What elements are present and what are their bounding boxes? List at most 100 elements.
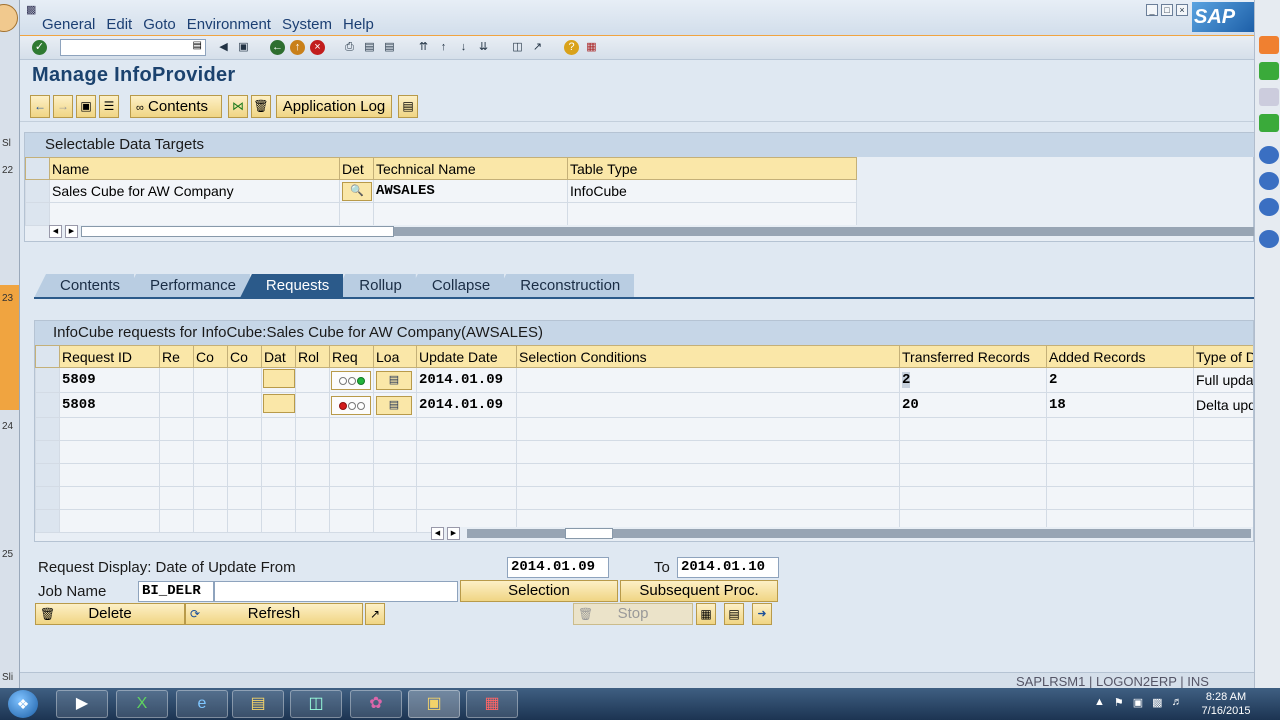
row-selector[interactable] <box>35 367 60 393</box>
column-header[interactable]: Co <box>227 345 262 368</box>
side-tool-icon[interactable] <box>1259 88 1279 106</box>
pen-icon[interactable] <box>1259 230 1279 248</box>
table-row[interactable]: 5809 ▤ 2014.01.09 2 2 Full update <box>35 367 1253 393</box>
tab-requests[interactable]: Requests <box>239 274 344 298</box>
display-tray-icon[interactable]: ▣ <box>1133 696 1143 709</box>
column-header[interactable]: Technical Name <box>373 157 568 180</box>
monitor-list-icon[interactable]: ▤ <box>724 603 744 625</box>
menu-edit[interactable]: Edit <box>106 16 132 33</box>
tab-reconstruction[interactable]: Reconstruction <box>494 274 635 298</box>
column-header[interactable]: Co <box>193 345 228 368</box>
column-header[interactable]: Transferred Records <box>899 345 1047 368</box>
requests-scrollbar[interactable]: ◀ ▶ <box>431 527 1253 540</box>
first-page-icon[interactable]: ⇈ <box>416 40 431 55</box>
find-icon[interactable]: ▤ <box>362 40 377 55</box>
delete-button[interactable]: 🗑 Delete <box>35 603 185 625</box>
display-icon[interactable]: ▣ <box>76 95 96 118</box>
layout-menu-icon[interactable]: ▦ <box>584 40 599 55</box>
date-from-input[interactable]: 2014.01.09 <box>507 557 609 578</box>
shortcut-icon[interactable]: ↗ <box>530 40 545 55</box>
print-icon[interactable]: ⎙ <box>342 40 357 55</box>
scroll-thumb[interactable] <box>565 528 613 539</box>
tab-rollup[interactable]: Rollup <box>333 274 416 298</box>
volume-icon[interactable]: ♬ <box>1172 696 1183 709</box>
column-header[interactable]: Loa <box>373 345 417 368</box>
help-icon[interactable]: ? <box>564 40 579 55</box>
row-selector[interactable] <box>25 202 50 226</box>
date-to-input[interactable]: 2014.01.10 <box>677 557 779 578</box>
forward-icon[interactable]: ➜ <box>752 603 772 625</box>
internet-explorer-icon[interactable]: e <box>176 690 228 718</box>
status-light-green[interactable] <box>331 370 371 390</box>
monitor-icon[interactable]: ▤ <box>376 395 412 415</box>
network-icon[interactable]: ▩ <box>1152 696 1162 709</box>
menu-general[interactable]: General <box>42 16 95 33</box>
data-targets-scrollbar[interactable]: ◀ ▶ <box>49 225 1264 238</box>
scroll-right-icon[interactable]: ▶ <box>65 225 78 238</box>
find-next-icon[interactable]: ▤ <box>382 40 397 55</box>
microphone-icon[interactable] <box>1259 62 1279 80</box>
application-log-button[interactable]: Application Log <box>276 95 392 118</box>
row-selector[interactable] <box>35 392 60 418</box>
previous-page-icon[interactable]: ↑ <box>436 40 451 55</box>
column-header[interactable]: Re <box>159 345 194 368</box>
column-header[interactable]: Type of Dat <box>1193 345 1253 368</box>
window-menu-icon[interactable]: ▩ <box>26 3 36 16</box>
tab-collapse[interactable]: Collapse <box>405 274 505 298</box>
data-available-button[interactable] <box>263 394 295 413</box>
column-header[interactable]: Name <box>49 157 340 180</box>
row-select-header[interactable] <box>35 345 60 368</box>
stop-button[interactable]: 🗑 Stop <box>573 603 693 625</box>
table-row[interactable]: 5808 ▤ 2014.01.09 20 18 Delta updat <box>35 392 1253 418</box>
row-select-header[interactable] <box>25 157 50 180</box>
last-page-icon[interactable]: ⇊ <box>476 40 491 55</box>
column-header[interactable]: Request ID <box>59 345 160 368</box>
close-icon[interactable]: × <box>1176 4 1188 16</box>
enter-icon[interactable]: ✓ <box>32 40 47 55</box>
clock[interactable]: 8:28 AM 7/16/2015 <box>1196 690 1256 718</box>
scroll-track[interactable] <box>394 227 1264 236</box>
column-header[interactable]: Table Type <box>567 157 857 180</box>
row-selector[interactable] <box>25 179 50 203</box>
excel-icon[interactable]: X <box>116 690 168 718</box>
contents-button[interactable]: ∞ Contents <box>130 95 222 118</box>
side-back-icon[interactable] <box>1259 36 1279 54</box>
job-name-input[interactable] <box>214 581 458 602</box>
forward-arrow-icon[interactable]: → <box>53 95 73 118</box>
side-copy-icon[interactable] <box>1259 198 1279 216</box>
flag-icon[interactable]: ⚑ <box>1114 696 1124 709</box>
start-icon[interactable]: ❖ <box>8 690 38 718</box>
new-session-icon[interactable]: ◫ <box>510 40 525 55</box>
table-row[interactable]: Sales Cube for AW Company 🔍 AWSALES Info… <box>25 179 857 203</box>
details-magnifier-icon[interactable]: 🔍 <box>342 181 372 201</box>
menu-goto[interactable]: Goto <box>143 16 176 33</box>
column-header[interactable]: Rol <box>295 345 330 368</box>
screen-icon[interactable] <box>1259 114 1279 132</box>
scroll-right-icon[interactable]: ▶ <box>447 527 460 540</box>
save-icon[interactable]: ▣ <box>236 40 251 55</box>
scroll-left-icon[interactable]: ◀ <box>49 225 62 238</box>
pause-icon[interactable] <box>1259 146 1279 164</box>
next-page-icon[interactable]: ↓ <box>456 40 471 55</box>
log-details-icon[interactable]: ▤ <box>398 95 418 118</box>
back-arrow-icon[interactable]: ← <box>30 95 50 118</box>
menu-environment[interactable]: Environment <box>187 16 271 33</box>
monitor-icon[interactable]: ▤ <box>376 370 412 390</box>
app-icon[interactable]: ◫ <box>290 690 342 718</box>
refresh-button[interactable]: ⟳ Refresh <box>185 603 363 625</box>
show-hidden-icon[interactable]: ▲ <box>1094 696 1105 709</box>
media-player-icon[interactable]: ▶ <box>56 690 108 718</box>
delete-icon[interactable]: 🗑 <box>251 95 271 118</box>
menu-help[interactable]: Help <box>343 16 374 33</box>
folder-icon[interactable]: ▤ <box>232 690 284 718</box>
calculator-icon[interactable]: ▦ <box>696 603 716 625</box>
scroll-thumb[interactable] <box>81 226 394 237</box>
tab-performance[interactable]: Performance <box>124 274 250 298</box>
subsequent-proc-button[interactable]: Subsequent Proc. <box>620 580 778 602</box>
column-header[interactable]: Update Date <box>416 345 517 368</box>
column-header[interactable]: Req <box>329 345 374 368</box>
exit-icon[interactable]: ↑ <box>290 40 305 55</box>
selection-button[interactable]: Selection <box>460 580 618 602</box>
back-icon[interactable]: ← <box>270 40 285 55</box>
log-icon[interactable]: ↗ <box>365 603 385 625</box>
